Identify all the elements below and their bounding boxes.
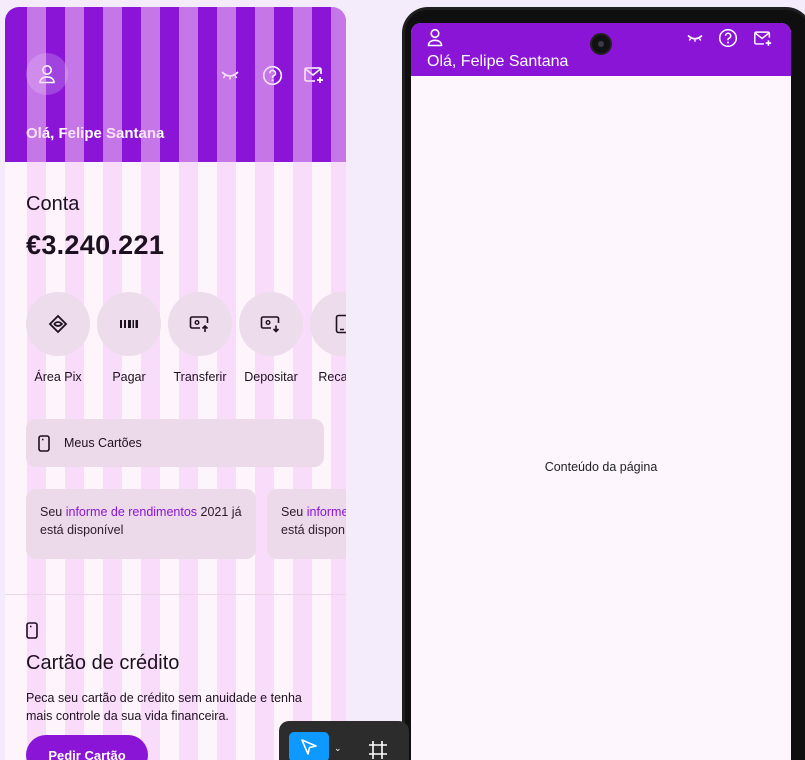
my-cards-button[interactable]: Meus Cartões [26, 419, 324, 467]
account-label: Conta [26, 193, 80, 215]
design-toolbar: ⌄ [279, 721, 409, 760]
action-depositar[interactable]: Depositar [239, 292, 303, 384]
cursor-icon [301, 739, 317, 755]
avatar[interactable] [26, 53, 68, 95]
user-icon[interactable] [427, 28, 443, 52]
info-text: Seu [40, 505, 66, 519]
account-balance: €3.240.221 [26, 230, 165, 260]
greeting: Olá, Felipe Santana [26, 125, 165, 142]
front-camera [590, 33, 612, 55]
page-content-placeholder: Conteúdo da página [544, 460, 658, 474]
user-icon [39, 65, 55, 84]
credit-card-title: Cartão de crédito [26, 652, 180, 674]
barcode-icon [120, 320, 138, 328]
my-cards-label: Meus Cartões [64, 436, 142, 450]
action-label: Pagar [112, 370, 146, 384]
divider [5, 594, 346, 595]
action-transferir[interactable]: Transferir [168, 292, 232, 384]
income-report-link[interactable]: informe de rendimentos [307, 505, 346, 519]
info-card[interactable]: Seu informe de rendimentos 2021 já está … [267, 489, 346, 559]
app-bar: Olá, Felipe Santana [411, 23, 791, 76]
move-tool-button[interactable] [289, 732, 329, 760]
chevron-down-icon[interactable]: ⌄ [334, 743, 342, 754]
pix-icon [48, 314, 68, 334]
action-recarga[interactable]: Recarga [310, 292, 346, 384]
help-icon[interactable] [718, 28, 738, 48]
invite-mail-icon[interactable] [303, 64, 325, 86]
action-area-pix[interactable]: Área Pix [26, 292, 90, 384]
greeting: Olá, Felipe Santana [427, 53, 569, 70]
deposit-icon [260, 316, 280, 333]
action-label: Recarga [318, 370, 346, 384]
home-screen-mockup: Olá, Felipe Santana Conta €3.240.221 Áre… [5, 7, 346, 760]
transfer-out-icon [189, 316, 209, 332]
header: Olá, Felipe Santana [5, 7, 346, 162]
quick-actions: Área Pix Pagar Transferir Depositar Reca [26, 292, 346, 392]
frame-tool-icon[interactable] [367, 739, 389, 760]
hide-balance-icon[interactable] [685, 28, 705, 48]
invite-mail-icon[interactable] [753, 28, 773, 48]
card-icon [38, 434, 50, 452]
phone-screen: Olá, Felipe Santana Conteúdo da página [411, 23, 791, 760]
action-label: Transferir [173, 370, 227, 384]
request-card-button[interactable]: Pedir Cartão [26, 735, 148, 760]
income-report-link[interactable]: informe de rendimentos [66, 505, 197, 519]
phone-icon [335, 314, 346, 334]
action-pagar[interactable]: Pagar [97, 292, 161, 384]
hide-balance-icon[interactable] [219, 64, 241, 86]
action-label: Depositar [244, 370, 298, 384]
action-label: Área Pix [34, 370, 82, 384]
info-card[interactable]: Seu informe de rendimentos 2021 já está … [26, 489, 256, 559]
credit-card-description: Peca seu cartão de crédito sem anuidade … [26, 691, 302, 723]
phone-frame: Olá, Felipe Santana Conteúdo da página [402, 7, 805, 760]
info-text: Seu [281, 505, 307, 519]
credit-card-icon [26, 622, 38, 644]
help-icon[interactable] [261, 64, 283, 86]
